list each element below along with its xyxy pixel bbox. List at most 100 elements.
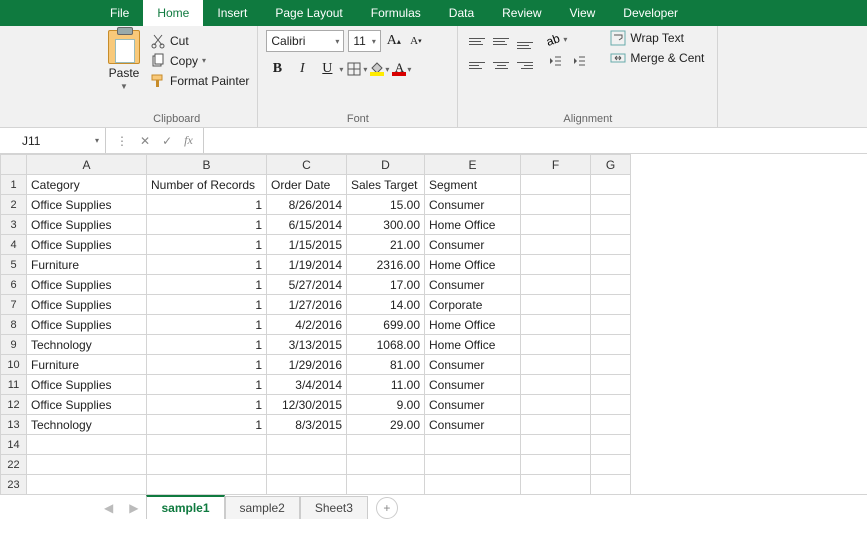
cell[interactable] bbox=[591, 435, 631, 455]
cell[interactable] bbox=[521, 375, 591, 395]
cell[interactable]: 17.00 bbox=[347, 275, 425, 295]
cell[interactable] bbox=[425, 435, 521, 455]
cell[interactable] bbox=[267, 435, 347, 455]
row-header[interactable]: 6 bbox=[1, 275, 27, 295]
cell[interactable]: 1/29/2016 bbox=[267, 355, 347, 375]
paste-button[interactable]: Paste ▼ bbox=[104, 30, 144, 91]
cell[interactable] bbox=[521, 295, 591, 315]
cell[interactable] bbox=[347, 475, 425, 495]
cell[interactable] bbox=[521, 175, 591, 195]
cell[interactable] bbox=[521, 335, 591, 355]
name-box[interactable]: J11▾ bbox=[16, 128, 106, 153]
tab-file[interactable]: File bbox=[96, 0, 143, 26]
cell[interactable]: 300.00 bbox=[347, 215, 425, 235]
cell[interactable] bbox=[267, 475, 347, 495]
increase-indent-button[interactable] bbox=[568, 50, 590, 72]
decrease-indent-button[interactable] bbox=[544, 50, 566, 72]
cell[interactable]: 1 bbox=[147, 355, 267, 375]
cell[interactable] bbox=[521, 195, 591, 215]
row-header[interactable]: 5 bbox=[1, 255, 27, 275]
add-sheet-icon[interactable]: + bbox=[376, 497, 398, 519]
cell[interactable]: 1 bbox=[147, 415, 267, 435]
cell[interactable]: Furniture bbox=[27, 255, 147, 275]
row-header[interactable]: 8 bbox=[1, 315, 27, 335]
decrease-font-button[interactable]: A▾ bbox=[407, 31, 425, 51]
cell[interactable]: Category bbox=[27, 175, 147, 195]
column-header-F[interactable]: F bbox=[521, 155, 591, 175]
cell[interactable] bbox=[591, 235, 631, 255]
tab-data[interactable]: Data bbox=[435, 0, 488, 26]
cell[interactable]: Office Supplies bbox=[27, 375, 147, 395]
cell[interactable] bbox=[425, 475, 521, 495]
cell[interactable] bbox=[591, 475, 631, 495]
row-header[interactable]: 2 bbox=[1, 195, 27, 215]
cell[interactable]: 6/15/2014 bbox=[267, 215, 347, 235]
align-center-button[interactable] bbox=[490, 54, 512, 76]
cut-button[interactable]: Cut bbox=[150, 33, 249, 49]
cell[interactable]: 21.00 bbox=[347, 235, 425, 255]
cell[interactable] bbox=[27, 455, 147, 475]
tab-developer[interactable]: Developer bbox=[609, 0, 692, 26]
cell[interactable]: 1 bbox=[147, 335, 267, 355]
tab-formulas[interactable]: Formulas bbox=[357, 0, 435, 26]
cell[interactable]: Consumer bbox=[425, 235, 521, 255]
cell[interactable] bbox=[591, 255, 631, 275]
row-header[interactable]: 12 bbox=[1, 395, 27, 415]
cell[interactable]: Office Supplies bbox=[27, 275, 147, 295]
fill-color-button[interactable]: ▾ bbox=[370, 62, 389, 76]
font-name-select[interactable]: Calibri▾ bbox=[266, 30, 344, 52]
cell[interactable] bbox=[27, 435, 147, 455]
cell[interactable] bbox=[591, 295, 631, 315]
cell[interactable] bbox=[147, 435, 267, 455]
cell[interactable]: Furniture bbox=[27, 355, 147, 375]
row-header[interactable]: 23 bbox=[1, 475, 27, 495]
cell[interactable]: Consumer bbox=[425, 195, 521, 215]
cell[interactable]: Consumer bbox=[425, 375, 521, 395]
cell[interactable]: 1 bbox=[147, 315, 267, 335]
cell[interactable]: 1 bbox=[147, 195, 267, 215]
cell[interactable] bbox=[591, 455, 631, 475]
cell[interactable]: 4/2/2016 bbox=[267, 315, 347, 335]
cell[interactable] bbox=[267, 455, 347, 475]
column-header-D[interactable]: D bbox=[347, 155, 425, 175]
cell[interactable] bbox=[521, 355, 591, 375]
copy-button[interactable]: Copy ▾ bbox=[150, 53, 249, 69]
cell[interactable]: Sales Target bbox=[347, 175, 425, 195]
tab-page-layout[interactable]: Page Layout bbox=[261, 0, 356, 26]
cell[interactable] bbox=[521, 435, 591, 455]
formula-menu-icon[interactable]: ⋮ bbox=[116, 134, 128, 148]
cell[interactable]: Office Supplies bbox=[27, 395, 147, 415]
cell[interactable]: Technology bbox=[27, 415, 147, 435]
wrap-text-button[interactable]: Wrap Text bbox=[610, 30, 704, 46]
cell[interactable] bbox=[521, 455, 591, 475]
row-header[interactable]: 7 bbox=[1, 295, 27, 315]
cell[interactable]: 2316.00 bbox=[347, 255, 425, 275]
cancel-formula-icon[interactable]: ✕ bbox=[140, 134, 150, 148]
align-top-button[interactable] bbox=[466, 30, 488, 52]
cell[interactable]: Segment bbox=[425, 175, 521, 195]
cell[interactable]: 1 bbox=[147, 395, 267, 415]
cell[interactable] bbox=[591, 415, 631, 435]
cell[interactable] bbox=[347, 435, 425, 455]
row-header[interactable]: 22 bbox=[1, 455, 27, 475]
cell[interactable] bbox=[147, 475, 267, 495]
cell[interactable]: 8/3/2015 bbox=[267, 415, 347, 435]
cell[interactable] bbox=[521, 215, 591, 235]
cell[interactable] bbox=[521, 395, 591, 415]
cell[interactable] bbox=[591, 195, 631, 215]
cell[interactable] bbox=[591, 375, 631, 395]
column-header-A[interactable]: A bbox=[27, 155, 147, 175]
next-sheet-icon[interactable]: ▶ bbox=[121, 501, 146, 515]
tab-home[interactable]: Home bbox=[143, 0, 203, 26]
borders-button[interactable]: ▾ bbox=[346, 61, 367, 77]
cell[interactable] bbox=[591, 395, 631, 415]
cell[interactable] bbox=[591, 275, 631, 295]
column-header-E[interactable]: E bbox=[425, 155, 521, 175]
cell[interactable]: 5/27/2014 bbox=[267, 275, 347, 295]
cell[interactable]: Office Supplies bbox=[27, 195, 147, 215]
merge-center-button[interactable]: Merge & Cent bbox=[610, 50, 704, 66]
tab-insert[interactable]: Insert bbox=[203, 0, 261, 26]
cell[interactable]: Consumer bbox=[425, 355, 521, 375]
column-header-G[interactable]: G bbox=[591, 155, 631, 175]
cell[interactable]: Office Supplies bbox=[27, 295, 147, 315]
